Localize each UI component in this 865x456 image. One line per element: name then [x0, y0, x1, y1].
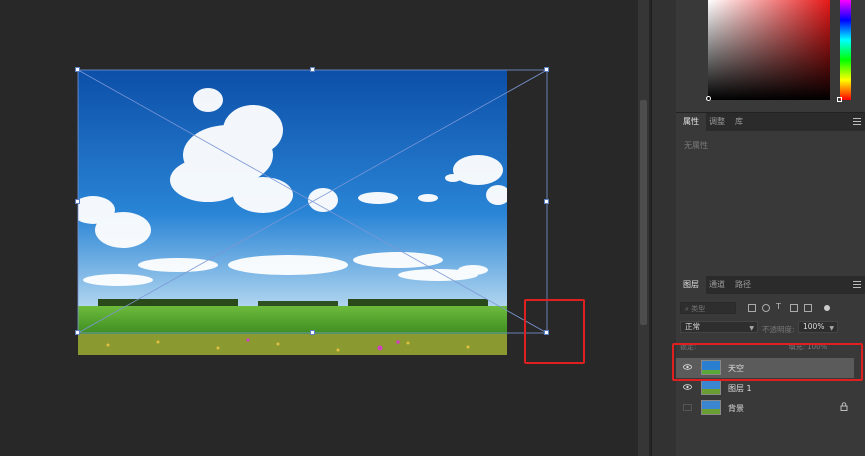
layers-tabbar: 图层 通道 路径 [676, 276, 865, 294]
hue-slider[interactable] [840, 0, 851, 100]
no-properties-text: 无属性 [684, 141, 708, 150]
color-field-marker[interactable] [706, 96, 711, 101]
layer-name[interactable]: 图层 1 [728, 383, 752, 394]
opacity-label: 不透明度: [762, 325, 795, 334]
chevron-down-icon: ▼ [749, 325, 754, 332]
blend-mode-select[interactable]: 正常 ▼ [680, 321, 758, 333]
right-panels: 属性 调整 库 无属性 图层 通道 路径 ⌕ 类型 T 正常 ▼ 不透明度: 1… [676, 0, 865, 456]
filter-type-icon[interactable]: T [776, 303, 784, 311]
layer-row-background[interactable]: 背景 [676, 398, 854, 418]
transform-handle-top[interactable] [310, 67, 315, 72]
color-picker-panel [676, 0, 865, 113]
hue-slider-marker[interactable] [837, 97, 842, 102]
tab-libraries[interactable]: 库 [728, 113, 750, 131]
filter-smart-object-icon[interactable] [804, 304, 812, 312]
highlight-annotation-layer [672, 343, 863, 381]
eye-icon[interactable] [683, 384, 692, 390]
highlight-annotation-handle [524, 299, 585, 364]
opacity-field[interactable]: 100% ▼ [798, 321, 838, 333]
transform-handle-right[interactable] [544, 199, 549, 204]
opacity-value: 100% [803, 322, 825, 331]
layer-row-layer1[interactable]: 图层 1 [676, 378, 854, 398]
document-canvas[interactable] [0, 0, 638, 456]
layer-filter-input[interactable]: ⌕ 类型 [680, 302, 736, 314]
tab-paths[interactable]: 路径 [728, 276, 758, 294]
filter-toggle-icon[interactable] [824, 305, 830, 311]
lock-icon[interactable] [840, 402, 848, 411]
panel-menu-icon[interactable] [853, 118, 861, 125]
filter-shape-icon[interactable] [790, 304, 798, 312]
filter-pixel-icon[interactable] [748, 304, 756, 312]
color-saturation-field[interactable] [708, 0, 830, 100]
blend-mode-value: 正常 [685, 322, 700, 331]
layer-name[interactable]: 背景 [728, 403, 744, 414]
properties-body: 无属性 [676, 131, 865, 275]
sky-photo[interactable] [78, 70, 507, 355]
transform-handle-bottom-left[interactable] [75, 330, 80, 335]
visibility-toggle-empty[interactable] [683, 404, 692, 411]
transform-handle-left[interactable] [75, 199, 80, 204]
chevron-down-icon: ▼ [829, 325, 834, 332]
panel-dock-strip [651, 0, 676, 456]
landscape-image [78, 70, 507, 355]
transform-handle-top-right[interactable] [544, 67, 549, 72]
canvas-scrollbar-thumb[interactable] [640, 100, 647, 325]
layer-thumbnail [701, 400, 721, 415]
filter-adjustment-icon[interactable] [762, 304, 770, 312]
layer-filter-placeholder: 类型 [691, 305, 706, 313]
layer-thumbnail [701, 380, 721, 395]
properties-tabbar: 属性 调整 库 [676, 113, 865, 131]
panel-menu-icon[interactable] [853, 281, 861, 288]
transform-handle-top-left[interactable] [75, 67, 80, 72]
transform-handle-bottom[interactable] [310, 330, 315, 335]
